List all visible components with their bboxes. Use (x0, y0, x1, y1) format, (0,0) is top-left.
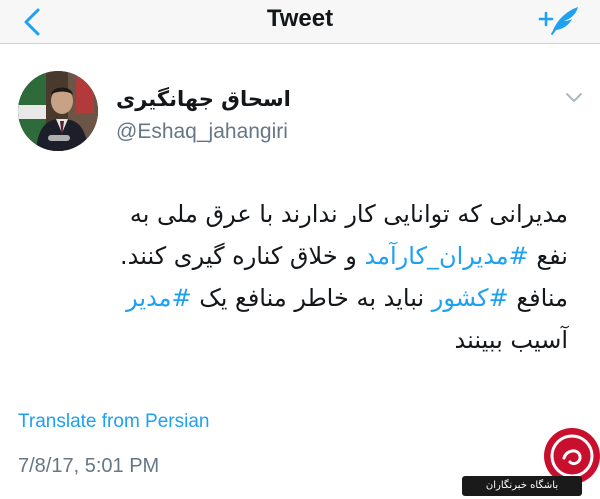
page-title: Tweet (266, 5, 334, 32)
tweet-line-3: منافع #کشور نباید به خاطر منافع یک #مدیر (8, 277, 568, 319)
watermark-logo: باشگاه خبرنگاران (462, 428, 600, 499)
profile-photo (18, 71, 98, 151)
tweet-text: مدیرانی که توانایی کار ندارند با عرق ملی… (8, 193, 568, 361)
compose-tweet-icon (538, 7, 578, 35)
tweet-text-fragment: منافع (508, 284, 568, 312)
navigation-bar: Tweet (0, 0, 600, 44)
tweet-text-fragment: نفع (528, 242, 568, 270)
hashtag-link[interactable]: #کشور (432, 284, 509, 312)
more-options-button[interactable] (564, 90, 584, 106)
hashtag-link[interactable]: #مدیر (126, 284, 191, 312)
tweet-line-2: نفع #مدیران_کارآمد و خلاق کناره گیری کنن… (8, 235, 568, 277)
chevron-down-icon (566, 93, 582, 102)
tweet-text-fragment: و خلاق کناره گیری کنند. (120, 242, 365, 270)
avatar[interactable] (18, 71, 98, 151)
tweet-timestamp: 7/8/17, 5:01 PM (18, 455, 160, 477)
hashtag-link[interactable]: #مدیران_کارآمد (365, 242, 529, 270)
compose-tweet-button[interactable] (538, 3, 582, 39)
author-handle[interactable]: @Eshaq_jahangiri (116, 120, 288, 144)
tweet-line-4: آسیب ببینند (454, 326, 568, 354)
tweet-line-1: مدیرانی که توانایی کار ندارند با عرق ملی… (129, 200, 568, 228)
watermark-text: باشگاه خبرنگاران (462, 476, 582, 496)
author-name[interactable]: اسحاق جهانگیری (116, 87, 291, 111)
tweet-text-fragment: نباید به خاطر منافع یک (191, 284, 432, 312)
translate-link[interactable]: Translate from Persian (18, 411, 209, 433)
